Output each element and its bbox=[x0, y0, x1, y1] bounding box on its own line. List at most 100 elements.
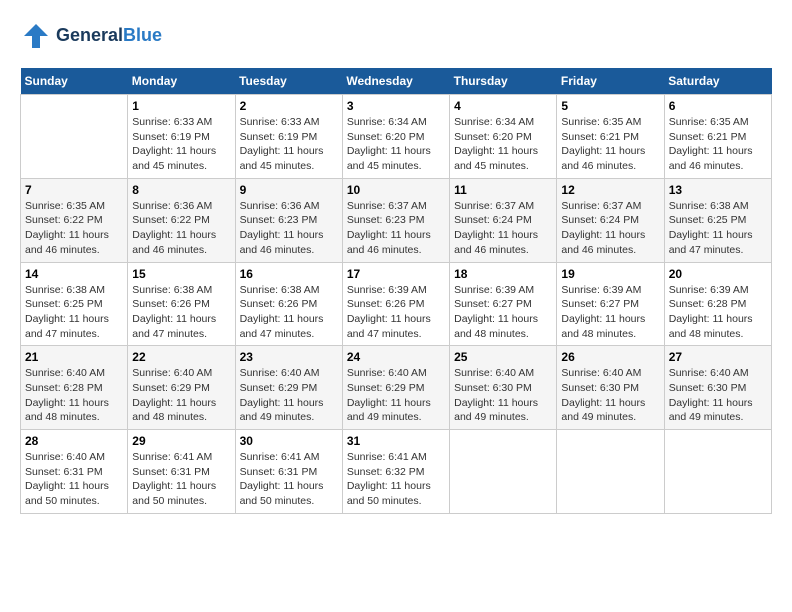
day-header-saturday: Saturday bbox=[664, 68, 771, 95]
day-number: 21 bbox=[25, 350, 123, 364]
day-header-tuesday: Tuesday bbox=[235, 68, 342, 95]
calendar-cell: 19 Sunrise: 6:39 AM Sunset: 6:27 PM Dayli… bbox=[557, 262, 664, 346]
calendar-week-3: 14 Sunrise: 6:38 AM Sunset: 6:25 PM Dayli… bbox=[21, 262, 772, 346]
calendar-cell: 12 Sunrise: 6:37 AM Sunset: 6:24 PM Dayli… bbox=[557, 178, 664, 262]
calendar-cell bbox=[450, 430, 557, 514]
logo-text: GeneralBlue bbox=[56, 26, 162, 46]
calendar-cell: 24 Sunrise: 6:40 AM Sunset: 6:29 PM Dayli… bbox=[342, 346, 449, 430]
day-number: 12 bbox=[561, 183, 659, 197]
day-info: Sunrise: 6:40 AM Sunset: 6:29 PM Dayligh… bbox=[132, 366, 230, 425]
day-info: Sunrise: 6:36 AM Sunset: 6:23 PM Dayligh… bbox=[240, 199, 338, 258]
calendar-header-row: SundayMondayTuesdayWednesdayThursdayFrid… bbox=[21, 68, 772, 95]
day-number: 13 bbox=[669, 183, 767, 197]
day-info: Sunrise: 6:40 AM Sunset: 6:31 PM Dayligh… bbox=[25, 450, 123, 509]
calendar-cell: 16 Sunrise: 6:38 AM Sunset: 6:26 PM Dayli… bbox=[235, 262, 342, 346]
day-number: 14 bbox=[25, 267, 123, 281]
day-header-friday: Friday bbox=[557, 68, 664, 95]
day-number: 31 bbox=[347, 434, 445, 448]
day-info: Sunrise: 6:40 AM Sunset: 6:30 PM Dayligh… bbox=[669, 366, 767, 425]
day-info: Sunrise: 6:41 AM Sunset: 6:31 PM Dayligh… bbox=[132, 450, 230, 509]
calendar-cell bbox=[664, 430, 771, 514]
day-number: 6 bbox=[669, 99, 767, 113]
calendar-cell: 17 Sunrise: 6:39 AM Sunset: 6:26 PM Dayli… bbox=[342, 262, 449, 346]
day-info: Sunrise: 6:39 AM Sunset: 6:28 PM Dayligh… bbox=[669, 283, 767, 342]
day-info: Sunrise: 6:40 AM Sunset: 6:28 PM Dayligh… bbox=[25, 366, 123, 425]
day-number: 28 bbox=[25, 434, 123, 448]
day-number: 23 bbox=[240, 350, 338, 364]
day-number: 15 bbox=[132, 267, 230, 281]
calendar-cell: 7Sunrise: 6:35 AM Sunset: 6:22 PM Daylig… bbox=[21, 178, 128, 262]
calendar-cell: 27Sunrise: 6:40 AM Sunset: 6:30 PM Dayli… bbox=[664, 346, 771, 430]
calendar-cell: 9 Sunrise: 6:36 AM Sunset: 6:23 PM Daylig… bbox=[235, 178, 342, 262]
day-info: Sunrise: 6:35 AM Sunset: 6:21 PM Dayligh… bbox=[669, 115, 767, 174]
day-info: Sunrise: 6:38 AM Sunset: 6:25 PM Dayligh… bbox=[669, 199, 767, 258]
day-number: 1 bbox=[132, 99, 230, 113]
calendar-cell: 15Sunrise: 6:38 AM Sunset: 6:26 PM Dayli… bbox=[128, 262, 235, 346]
day-info: Sunrise: 6:39 AM Sunset: 6:27 PM Dayligh… bbox=[454, 283, 552, 342]
calendar-cell: 13 Sunrise: 6:38 AM Sunset: 6:25 PM Dayli… bbox=[664, 178, 771, 262]
calendar-week-2: 7Sunrise: 6:35 AM Sunset: 6:22 PM Daylig… bbox=[21, 178, 772, 262]
calendar-cell: 30Sunrise: 6:41 AM Sunset: 6:31 PM Dayli… bbox=[235, 430, 342, 514]
calendar-cell: 25Sunrise: 6:40 AM Sunset: 6:30 PM Dayli… bbox=[450, 346, 557, 430]
day-number: 11 bbox=[454, 183, 552, 197]
day-info: Sunrise: 6:40 AM Sunset: 6:29 PM Dayligh… bbox=[347, 366, 445, 425]
day-number: 5 bbox=[561, 99, 659, 113]
logo-icon bbox=[20, 20, 52, 52]
day-number: 4 bbox=[454, 99, 552, 113]
calendar-cell bbox=[557, 430, 664, 514]
calendar-cell bbox=[21, 95, 128, 179]
day-info: Sunrise: 6:35 AM Sunset: 6:21 PM Dayligh… bbox=[561, 115, 659, 174]
day-number: 20 bbox=[669, 267, 767, 281]
day-header-sunday: Sunday bbox=[21, 68, 128, 95]
calendar-cell: 8Sunrise: 6:36 AM Sunset: 6:22 PM Daylig… bbox=[128, 178, 235, 262]
day-info: Sunrise: 6:38 AM Sunset: 6:26 PM Dayligh… bbox=[240, 283, 338, 342]
day-info: Sunrise: 6:34 AM Sunset: 6:20 PM Dayligh… bbox=[347, 115, 445, 174]
day-number: 24 bbox=[347, 350, 445, 364]
calendar-cell: 14 Sunrise: 6:38 AM Sunset: 6:25 PM Dayli… bbox=[21, 262, 128, 346]
calendar-cell: 1Sunrise: 6:33 AM Sunset: 6:19 PM Daylig… bbox=[128, 95, 235, 179]
calendar-cell: 4 Sunrise: 6:34 AM Sunset: 6:20 PM Daylig… bbox=[450, 95, 557, 179]
day-header-thursday: Thursday bbox=[450, 68, 557, 95]
calendar-week-4: 21 Sunrise: 6:40 AM Sunset: 6:28 PM Dayli… bbox=[21, 346, 772, 430]
logo: GeneralBlue bbox=[20, 20, 162, 52]
day-number: 17 bbox=[347, 267, 445, 281]
day-header-wednesday: Wednesday bbox=[342, 68, 449, 95]
day-number: 26 bbox=[561, 350, 659, 364]
calendar-cell: 6 Sunrise: 6:35 AM Sunset: 6:21 PM Daylig… bbox=[664, 95, 771, 179]
day-number: 3 bbox=[347, 99, 445, 113]
day-number: 22 bbox=[132, 350, 230, 364]
calendar-cell: 11 Sunrise: 6:37 AM Sunset: 6:24 PM Dayli… bbox=[450, 178, 557, 262]
day-info: Sunrise: 6:40 AM Sunset: 6:30 PM Dayligh… bbox=[561, 366, 659, 425]
day-info: Sunrise: 6:41 AM Sunset: 6:32 PM Dayligh… bbox=[347, 450, 445, 509]
day-info: Sunrise: 6:37 AM Sunset: 6:24 PM Dayligh… bbox=[454, 199, 552, 258]
day-info: Sunrise: 6:37 AM Sunset: 6:23 PM Dayligh… bbox=[347, 199, 445, 258]
day-number: 18 bbox=[454, 267, 552, 281]
day-header-monday: Monday bbox=[128, 68, 235, 95]
calendar-cell: 22 Sunrise: 6:40 AM Sunset: 6:29 PM Dayli… bbox=[128, 346, 235, 430]
calendar-cell: 31 Sunrise: 6:41 AM Sunset: 6:32 PM Dayli… bbox=[342, 430, 449, 514]
calendar-cell: 28 Sunrise: 6:40 AM Sunset: 6:31 PM Dayli… bbox=[21, 430, 128, 514]
day-number: 8 bbox=[132, 183, 230, 197]
day-number: 19 bbox=[561, 267, 659, 281]
calendar-week-1: 1 Sunrise: 6:33 AM Sunset: 6:19 PM Daylig… bbox=[21, 95, 772, 179]
calendar-cell: 29 Sunrise: 6:41 AM Sunset: 6:31 PM Dayli… bbox=[128, 430, 235, 514]
calendar-cell: 3 Sunrise: 6:34 AM Sunset: 6:20 PM Daylig… bbox=[342, 95, 449, 179]
calendar-cell: 18 Sunrise: 6:39 AM Sunset: 6:27 PM Dayli… bbox=[450, 262, 557, 346]
day-info: Sunrise: 6:33 AM Sunset: 6:19 PM Dayligh… bbox=[240, 115, 338, 174]
day-number: 30 bbox=[240, 434, 338, 448]
day-number: 16 bbox=[240, 267, 338, 281]
day-number: 29 bbox=[132, 434, 230, 448]
day-number: 10 bbox=[347, 183, 445, 197]
calendar-cell: 5 Sunrise: 6:35 AM Sunset: 6:21 PM Daylig… bbox=[557, 95, 664, 179]
day-info: Sunrise: 6:37 AM Sunset: 6:24 PM Dayligh… bbox=[561, 199, 659, 258]
calendar-cell: 10 Sunrise: 6:37 AM Sunset: 6:23 PM Dayli… bbox=[342, 178, 449, 262]
day-info: Sunrise: 6:34 AM Sunset: 6:20 PM Dayligh… bbox=[454, 115, 552, 174]
day-info: Sunrise: 6:40 AM Sunset: 6:30 PM Dayligh… bbox=[454, 366, 552, 425]
calendar-cell: 2Sunrise: 6:33 AM Sunset: 6:19 PM Daylig… bbox=[235, 95, 342, 179]
day-info: Sunrise: 6:39 AM Sunset: 6:26 PM Dayligh… bbox=[347, 283, 445, 342]
day-number: 9 bbox=[240, 183, 338, 197]
day-info: Sunrise: 6:39 AM Sunset: 6:27 PM Dayligh… bbox=[561, 283, 659, 342]
calendar-week-5: 28 Sunrise: 6:40 AM Sunset: 6:31 PM Dayli… bbox=[21, 430, 772, 514]
calendar-cell: 26 Sunrise: 6:40 AM Sunset: 6:30 PM Dayli… bbox=[557, 346, 664, 430]
day-info: Sunrise: 6:38 AM Sunset: 6:25 PM Dayligh… bbox=[25, 283, 123, 342]
